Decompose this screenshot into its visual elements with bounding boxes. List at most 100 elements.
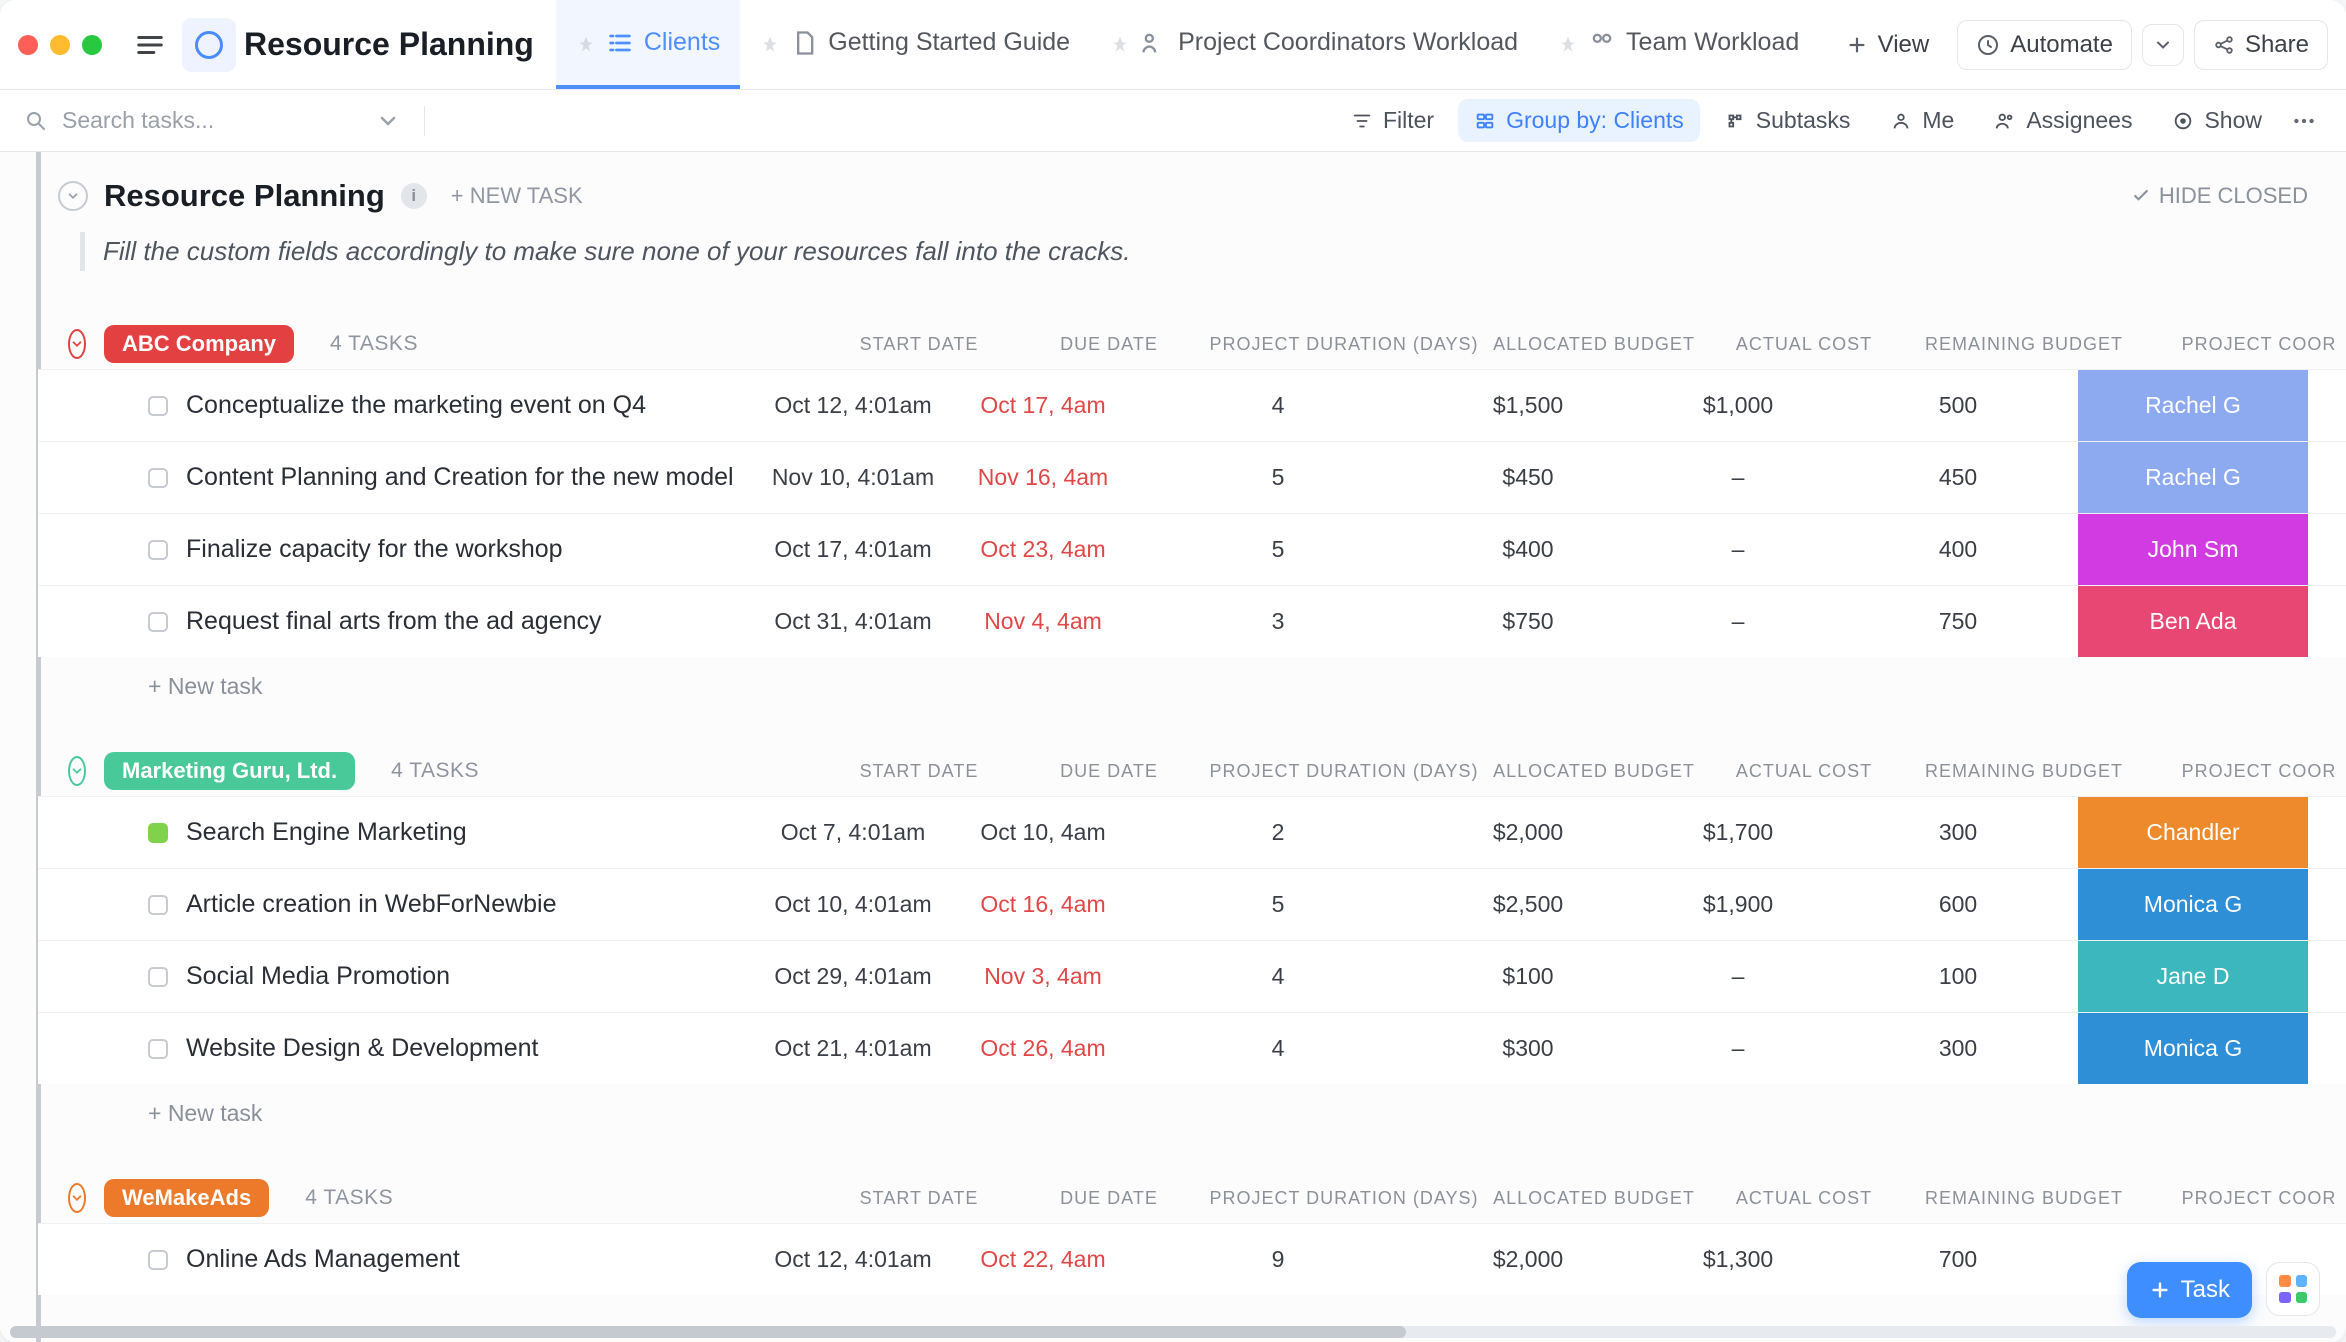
me-button[interactable]: Me bbox=[1874, 99, 1970, 142]
scrollbar-thumb[interactable] bbox=[10, 1326, 1406, 1338]
coordinator-cell[interactable]: Monica G bbox=[2078, 1013, 2308, 1084]
remaining-cell[interactable]: 500 bbox=[1838, 392, 2078, 419]
info-icon[interactable]: i bbox=[401, 183, 427, 209]
start-date-cell[interactable]: Nov 10, 4:01am bbox=[758, 464, 948, 491]
duration-cell[interactable]: 4 bbox=[1138, 963, 1418, 990]
new-task-fab[interactable]: Task bbox=[2127, 1262, 2252, 1318]
status-checkbox[interactable] bbox=[148, 468, 168, 488]
automate-dropdown[interactable] bbox=[2142, 24, 2184, 66]
filter-button[interactable]: Filter bbox=[1335, 99, 1450, 142]
coordinator-cell[interactable]: John Sm bbox=[2078, 514, 2308, 585]
coordinator-cell[interactable]: Jane D bbox=[2078, 941, 2308, 1012]
task-title[interactable]: Online Ads Management bbox=[186, 1245, 460, 1274]
task-title[interactable]: Request final arts from the ad agency bbox=[186, 607, 602, 636]
add-view-button[interactable]: View bbox=[1828, 21, 1948, 69]
space-selector[interactable] bbox=[182, 18, 236, 72]
group-collapse-button[interactable] bbox=[68, 1183, 86, 1213]
start-date-cell[interactable]: Oct 31, 4:01am bbox=[758, 608, 948, 635]
duration-cell[interactable]: 5 bbox=[1138, 536, 1418, 563]
budget-cell[interactable]: $450 bbox=[1418, 464, 1638, 491]
tab-clients[interactable]: Clients bbox=[556, 0, 740, 89]
table-row[interactable]: Website Design & Development Oct 21, 4:0… bbox=[38, 1012, 2346, 1084]
coordinator-cell[interactable]: Rachel G bbox=[2078, 370, 2308, 441]
budget-cell[interactable]: $2,000 bbox=[1418, 1246, 1638, 1273]
subtasks-button[interactable]: Subtasks bbox=[1708, 99, 1867, 142]
group-by-button[interactable]: Group by: Clients bbox=[1458, 99, 1700, 142]
coordinator-cell[interactable]: Rachel G bbox=[2078, 442, 2308, 513]
due-date-cell[interactable]: Oct 22, 4am bbox=[948, 1246, 1138, 1273]
table-row[interactable]: Request final arts from the ad agency Oc… bbox=[38, 585, 2346, 657]
tab-more[interactable] bbox=[1819, 0, 1827, 89]
maximize-window-button[interactable] bbox=[82, 35, 102, 55]
coordinator-cell[interactable]: Ben Ada bbox=[2078, 586, 2308, 657]
apps-fab[interactable] bbox=[2266, 1262, 2320, 1316]
status-checkbox[interactable] bbox=[148, 612, 168, 632]
status-checkbox[interactable] bbox=[148, 396, 168, 416]
cost-cell[interactable]: $1,900 bbox=[1638, 891, 1838, 918]
collapse-all-button[interactable] bbox=[58, 181, 88, 211]
due-date-cell[interactable]: Oct 17, 4am bbox=[948, 392, 1138, 419]
group-pill[interactable]: Marketing Guru, Ltd. bbox=[104, 752, 355, 790]
start-date-cell[interactable]: Oct 12, 4:01am bbox=[758, 392, 948, 419]
duration-cell[interactable]: 5 bbox=[1138, 891, 1418, 918]
cost-cell[interactable]: – bbox=[1638, 608, 1838, 635]
cost-cell[interactable]: $1,000 bbox=[1638, 392, 1838, 419]
new-task-inline-button[interactable]: + New task bbox=[38, 657, 2346, 700]
duration-cell[interactable]: 4 bbox=[1138, 1035, 1418, 1062]
chevron-down-icon[interactable] bbox=[376, 109, 400, 133]
cost-cell[interactable]: $1,700 bbox=[1638, 819, 1838, 846]
group-pill[interactable]: WeMakeAds bbox=[104, 1179, 269, 1217]
more-options-button[interactable] bbox=[2286, 103, 2322, 139]
horizontal-scrollbar[interactable] bbox=[10, 1326, 2336, 1338]
remaining-cell[interactable]: 600 bbox=[1838, 891, 2078, 918]
due-date-cell[interactable]: Nov 16, 4am bbox=[948, 464, 1138, 491]
table-row[interactable]: Article creation in WebForNewbie Oct 10,… bbox=[38, 868, 2346, 940]
cost-cell[interactable]: – bbox=[1638, 963, 1838, 990]
task-title[interactable]: Content Planning and Creation for the ne… bbox=[186, 463, 734, 492]
cost-cell[interactable]: – bbox=[1638, 1035, 1838, 1062]
due-date-cell[interactable]: Nov 4, 4am bbox=[948, 608, 1138, 635]
task-title[interactable]: Search Engine Marketing bbox=[186, 818, 467, 847]
budget-cell[interactable]: $2,500 bbox=[1418, 891, 1638, 918]
tab-team-workload[interactable]: Team Workload bbox=[1538, 0, 1819, 89]
remaining-cell[interactable]: 100 bbox=[1838, 963, 2078, 990]
start-date-cell[interactable]: Oct 21, 4:01am bbox=[758, 1035, 948, 1062]
status-checkbox[interactable] bbox=[148, 540, 168, 560]
start-date-cell[interactable]: Oct 17, 4:01am bbox=[758, 536, 948, 563]
status-checkbox[interactable] bbox=[148, 895, 168, 915]
start-date-cell[interactable]: Oct 10, 4:01am bbox=[758, 891, 948, 918]
content-area[interactable]: Resource Planning i + NEW TASK HIDE CLOS… bbox=[0, 152, 2346, 1342]
due-date-cell[interactable]: Oct 26, 4am bbox=[948, 1035, 1138, 1062]
remaining-cell[interactable]: 750 bbox=[1838, 608, 2078, 635]
duration-cell[interactable]: 4 bbox=[1138, 392, 1418, 419]
cost-cell[interactable]: – bbox=[1638, 464, 1838, 491]
automate-button[interactable]: Automate bbox=[1957, 20, 2132, 70]
task-title[interactable]: Conceptualize the marketing event on Q4 bbox=[186, 391, 646, 420]
status-checkbox[interactable] bbox=[148, 823, 168, 843]
task-title[interactable]: Article creation in WebForNewbie bbox=[186, 890, 557, 919]
status-checkbox[interactable] bbox=[148, 1039, 168, 1059]
menu-toggle-button[interactable] bbox=[128, 23, 172, 67]
duration-cell[interactable]: 2 bbox=[1138, 819, 1418, 846]
group-collapse-button[interactable] bbox=[68, 756, 86, 786]
status-checkbox[interactable] bbox=[148, 967, 168, 987]
remaining-cell[interactable]: 300 bbox=[1838, 819, 2078, 846]
start-date-cell[interactable]: Oct 29, 4:01am bbox=[758, 963, 948, 990]
remaining-cell[interactable]: 300 bbox=[1838, 1035, 2078, 1062]
task-title[interactable]: Website Design & Development bbox=[186, 1034, 539, 1063]
table-row[interactable]: Search Engine Marketing Oct 7, 4:01am Oc… bbox=[38, 796, 2346, 868]
table-row[interactable]: Finalize capacity for the workshop Oct 1… bbox=[38, 513, 2346, 585]
close-window-button[interactable] bbox=[18, 35, 38, 55]
due-date-cell[interactable]: Oct 16, 4am bbox=[948, 891, 1138, 918]
group-pill[interactable]: ABC Company bbox=[104, 325, 294, 363]
task-title[interactable]: Social Media Promotion bbox=[186, 962, 450, 991]
search-input[interactable] bbox=[62, 107, 362, 134]
budget-cell[interactable]: $750 bbox=[1418, 608, 1638, 635]
due-date-cell[interactable]: Nov 3, 4am bbox=[948, 963, 1138, 990]
group-collapse-button[interactable] bbox=[68, 329, 86, 359]
assignees-button[interactable]: Assignees bbox=[1978, 99, 2148, 142]
budget-cell[interactable]: $300 bbox=[1418, 1035, 1638, 1062]
table-row[interactable]: Social Media Promotion Oct 29, 4:01am No… bbox=[38, 940, 2346, 1012]
budget-cell[interactable]: $400 bbox=[1418, 536, 1638, 563]
duration-cell[interactable]: 5 bbox=[1138, 464, 1418, 491]
